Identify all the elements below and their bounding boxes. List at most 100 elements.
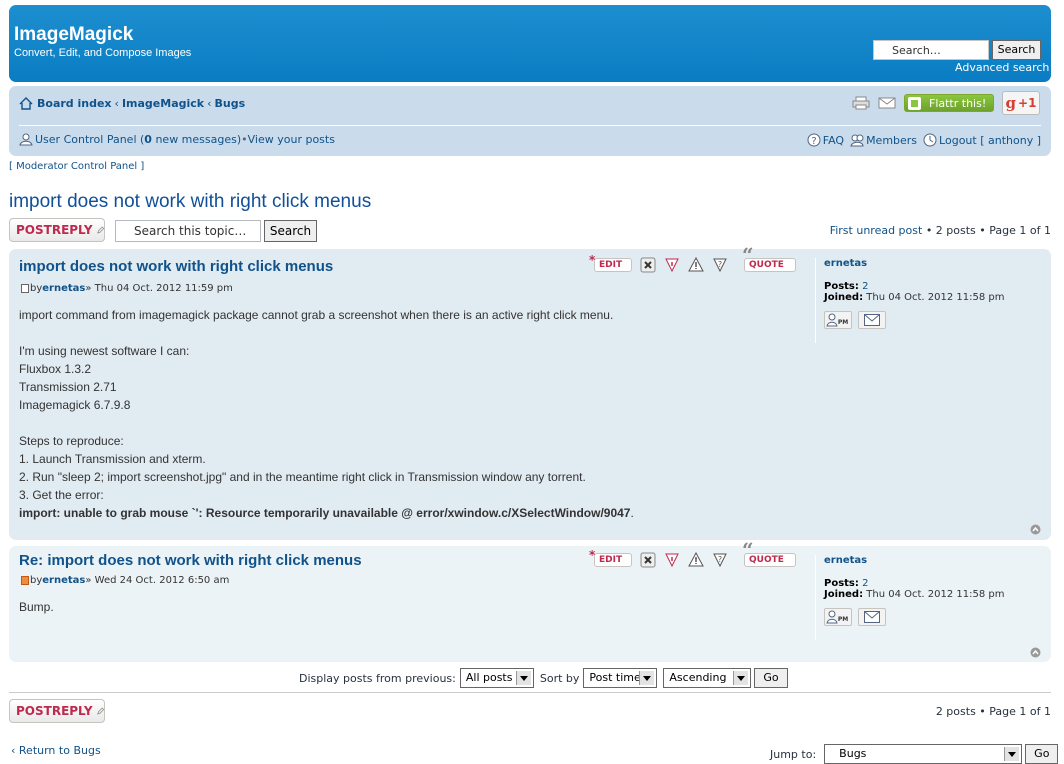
joined-label: Joined: bbox=[824, 589, 864, 600]
profile-posts: Posts: 2 bbox=[824, 578, 1045, 589]
navbar: Board index ‹ ImageMagick ‹ Bugs Flattr … bbox=[9, 86, 1051, 156]
pm-icon: PM bbox=[826, 610, 848, 624]
report-icon[interactable] bbox=[664, 257, 680, 273]
sort-options: Display posts from previous: All posts S… bbox=[299, 668, 788, 688]
author-link[interactable]: ernetas bbox=[42, 575, 85, 586]
jump-go-button[interactable]: Go bbox=[1025, 744, 1059, 764]
email-icon[interactable] bbox=[878, 96, 896, 110]
nav-divider bbox=[19, 125, 1041, 126]
members-link[interactable]: Members bbox=[866, 134, 917, 147]
page-title[interactable]: import does not work with right click me… bbox=[9, 191, 371, 213]
svg-text:PM: PM bbox=[838, 616, 848, 623]
info-icon[interactable]: ? bbox=[712, 257, 728, 273]
crumb-board-index[interactable]: Board index bbox=[37, 97, 112, 110]
email-button[interactable] bbox=[858, 608, 886, 626]
flattr-label: Flattr this! bbox=[929, 96, 987, 110]
display-days-select[interactable]: All posts bbox=[459, 668, 534, 688]
quote-button[interactable]: QUOTE bbox=[742, 544, 796, 567]
moderator-control-panel-link[interactable]: [ Moderator Control Panel ] bbox=[9, 161, 144, 172]
posts-label: Posts: bbox=[824, 578, 859, 589]
profile-name[interactable]: ernetas bbox=[824, 555, 1045, 566]
divider bbox=[9, 692, 1051, 693]
display-label: Display posts from previous: bbox=[299, 671, 456, 685]
by-label: by bbox=[30, 575, 43, 586]
post-reply-button-bottom[interactable]: POSTREPLY bbox=[9, 699, 105, 723]
jump-to: Jump to: Bugs Go bbox=[770, 744, 1059, 764]
joined-date: Thu 04 Oct. 2012 11:58 pm bbox=[863, 292, 1005, 303]
posts-count[interactable]: 2 bbox=[859, 578, 868, 589]
flattr-button[interactable]: Flattr this! bbox=[904, 94, 994, 112]
back-to-top-icon[interactable] bbox=[1030, 647, 1041, 658]
ucp-label: User Control Panel ( bbox=[35, 133, 145, 146]
warn-icon[interactable] bbox=[688, 257, 704, 273]
post-profile: ernetas Posts: 2 Joined: Thu 04 Oct. 201… bbox=[815, 258, 1045, 343]
edit-button[interactable]: EDIT bbox=[589, 549, 632, 567]
chevron-down-icon bbox=[519, 676, 528, 681]
posts-label: Posts: bbox=[824, 281, 859, 292]
info-icon[interactable]: ? bbox=[712, 552, 728, 568]
faq-link[interactable]: FAQ bbox=[823, 134, 844, 147]
site-title[interactable]: ImageMagick bbox=[14, 24, 133, 46]
svg-text:?: ? bbox=[718, 555, 722, 564]
sort-key-select[interactable]: Post time bbox=[583, 668, 658, 688]
search-input[interactable]: Search… bbox=[873, 40, 989, 60]
first-unread-post-link[interactable]: First unread post bbox=[830, 224, 923, 237]
pencil-icon bbox=[96, 226, 104, 234]
post-line: Bump. bbox=[19, 600, 54, 614]
error-tail: . bbox=[630, 506, 634, 520]
post-author-line: by ernetas » Thu 04 Oct. 2012 11:59 pm bbox=[21, 283, 233, 294]
by-label: by bbox=[30, 283, 43, 294]
post-reply-button[interactable]: POSTREPLY bbox=[9, 218, 105, 242]
advanced-search-link[interactable]: Advanced search bbox=[955, 61, 1049, 74]
profile-name[interactable]: ernetas bbox=[824, 258, 1045, 269]
post-icon[interactable] bbox=[21, 284, 29, 293]
crumb-imagemagick[interactable]: ImageMagick bbox=[122, 97, 204, 110]
warn-icon[interactable] bbox=[688, 552, 704, 568]
user-control-panel-link[interactable]: User Control Panel (0 new messages) bbox=[35, 133, 241, 146]
error-line: import: unable to grab mouse `': Resourc… bbox=[19, 504, 799, 522]
post-date: » Thu 04 Oct. 2012 11:59 pm bbox=[85, 283, 233, 294]
post-line: import command from imagemagick package … bbox=[19, 308, 614, 322]
jump-to-select[interactable]: Bugs bbox=[824, 744, 1023, 764]
post-line: I'm using newest software I can: bbox=[19, 344, 190, 358]
email-button[interactable] bbox=[858, 311, 886, 329]
report-icon[interactable] bbox=[664, 552, 680, 568]
envelope-icon bbox=[864, 611, 880, 623]
post-title[interactable]: Re: import does not work with right clic… bbox=[19, 552, 362, 569]
return-link[interactable]: ‹ Return to Bugs bbox=[11, 744, 101, 757]
profile-joined: Joined: Thu 04 Oct. 2012 11:58 pm bbox=[824, 589, 1045, 600]
posts-count[interactable]: 2 bbox=[859, 281, 868, 292]
google-plus-button[interactable]: g +1 bbox=[1002, 91, 1040, 115]
pm-button[interactable]: PM bbox=[824, 311, 852, 329]
home-icon[interactable] bbox=[19, 97, 33, 110]
topic-search-button[interactable]: Search bbox=[264, 220, 317, 242]
logout-link[interactable]: Logout [ anthony ] bbox=[939, 134, 1041, 147]
pagination-bottom: 2 posts • Page 1 of 1 bbox=[935, 705, 1051, 718]
post-line bbox=[19, 324, 799, 342]
post-line: Transmission 2.71 bbox=[19, 380, 117, 394]
back-to-top-icon[interactable] bbox=[1030, 524, 1041, 535]
delete-icon[interactable] bbox=[640, 552, 656, 568]
pm-button[interactable]: PM bbox=[824, 608, 852, 626]
sort-go-button[interactable]: Go bbox=[754, 668, 788, 688]
sort-direction-select[interactable]: Ascending bbox=[663, 668, 752, 688]
post-icon[interactable] bbox=[21, 576, 29, 585]
crumb-separator: ‹ bbox=[114, 97, 119, 110]
quote-button[interactable]: QUOTE bbox=[742, 249, 796, 272]
profile-joined: Joined: Thu 04 Oct. 2012 11:58 pm bbox=[824, 292, 1045, 303]
post-profile: ernetas Posts: 2 Joined: Thu 04 Oct. 201… bbox=[815, 555, 1045, 640]
delete-icon[interactable] bbox=[640, 257, 656, 273]
post-author-line: by ernetas » Wed 24 Oct. 2012 6:50 am bbox=[21, 575, 229, 586]
edit-button[interactable]: EDIT bbox=[589, 254, 632, 272]
svg-text:PM: PM bbox=[838, 319, 848, 326]
view-your-posts-link[interactable]: View your posts bbox=[248, 133, 335, 146]
print-icon[interactable] bbox=[852, 96, 870, 110]
flattr-icon bbox=[908, 96, 921, 110]
joined-label: Joined: bbox=[824, 292, 864, 303]
topic-search-input[interactable]: Search this topic… bbox=[115, 220, 261, 242]
jump-to-label: Jump to: bbox=[770, 747, 817, 761]
crumb-bugs[interactable]: Bugs bbox=[215, 97, 246, 110]
post-title[interactable]: import does not work with right click me… bbox=[19, 258, 333, 275]
author-link[interactable]: ernetas bbox=[42, 283, 85, 294]
search-button[interactable]: Search bbox=[992, 40, 1041, 60]
